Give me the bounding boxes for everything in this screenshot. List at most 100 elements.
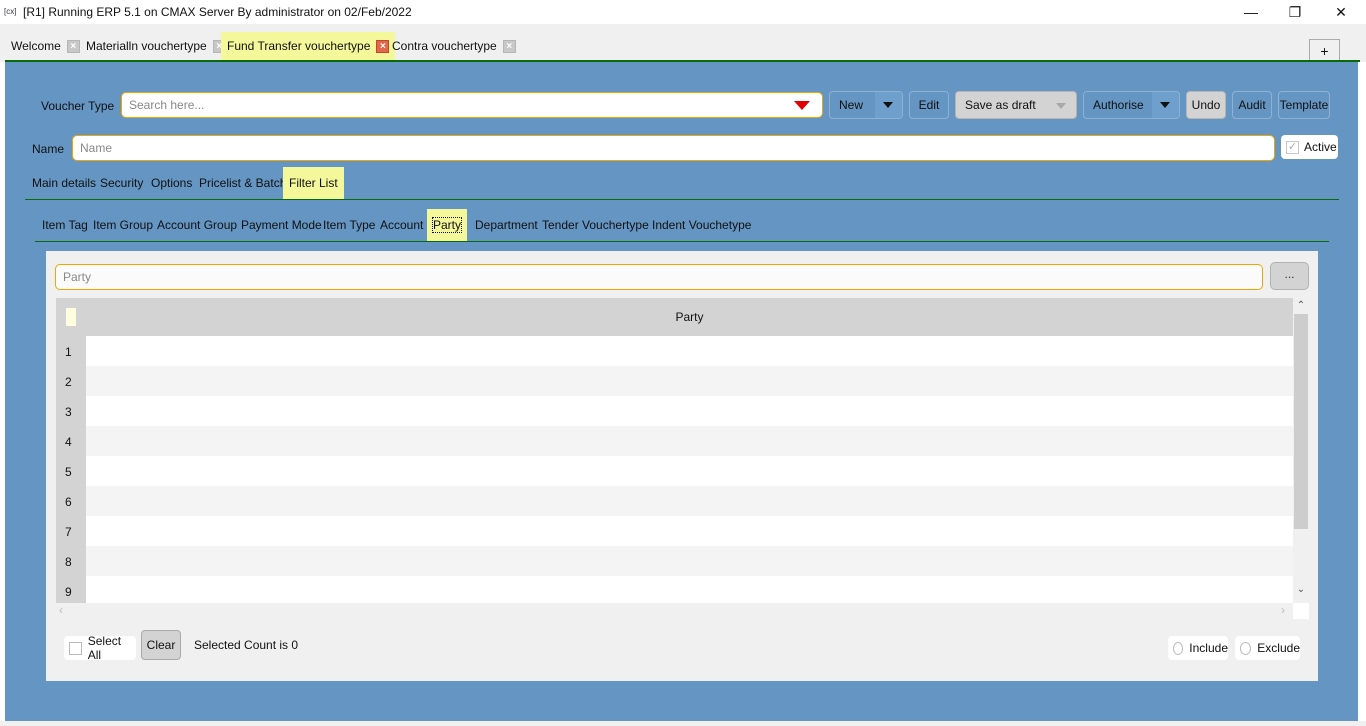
filter-tab-account-group[interactable]: Account Group [151,209,243,241]
tab-pricelist-batch[interactable]: Pricelist & Batch [193,167,292,199]
party-cell[interactable] [86,516,1293,546]
undo-button[interactable]: Undo [1186,91,1226,119]
tab-label: Welcome [11,39,61,53]
radio-icon [1240,641,1252,655]
party-cell[interactable] [86,396,1293,426]
tab-contra-vouchertype[interactable]: Contra vouchertype × [386,32,522,60]
voucher-type-form: Voucher Type Search here... New Edit Sav… [5,62,1358,721]
audit-button[interactable]: Audit [1232,91,1272,119]
party-cell[interactable] [86,366,1293,396]
close-window-button[interactable]: ✕ [1318,0,1364,24]
scroll-left-icon[interactable]: ‹ [59,603,63,617]
table-row[interactable]: 7 [56,516,1293,546]
tab-label: Party [431,217,463,233]
tab-options[interactable]: Options [145,167,198,199]
placeholder: Search here... [129,98,205,112]
filter-tab-department[interactable]: Department [469,209,544,241]
scrollbar-thumb[interactable] [1294,314,1308,529]
scroll-down-icon[interactable]: ⌄ [1293,584,1309,595]
scrollbar-corner [1293,603,1309,619]
ellipsis-icon: ... [1284,267,1295,281]
tab-label: Pricelist & Batch [199,176,287,190]
tab-label: Contra vouchertype [392,39,497,53]
dropdown-arrow-icon[interactable] [794,101,810,110]
tab-label: Indent Vouchetype [652,218,752,232]
chevron-down-icon [1160,102,1171,108]
edit-button[interactable]: Edit [909,91,949,119]
title-bar: [cx] [R1] Running ERP 5.1 on CMAX Server… [0,0,1366,24]
exclude-radio[interactable]: Exclude [1235,636,1300,660]
filter-tab-account[interactable]: Account [374,209,429,241]
row-number: 6 [56,486,86,516]
table-row[interactable]: 1 [56,336,1293,366]
party-column-header[interactable]: Party [86,310,1293,324]
chevron-down-icon [1056,103,1066,109]
vertical-scrollbar[interactable]: ⌃ ⌄ [1293,298,1309,603]
tab-label: Tender Vouchertype [542,218,649,232]
clear-button[interactable]: Clear [141,630,181,660]
restore-button[interactable]: ❐ [1272,0,1318,24]
party-cell[interactable] [86,546,1293,576]
exclude-label: Exclude [1257,641,1300,655]
filter-tab-party[interactable]: Party [427,209,468,241]
table-row[interactable]: 9 [56,576,1293,603]
filter-tab-indent-vouchetype[interactable]: Indent Vouchetype [646,209,757,241]
template-button[interactable]: Template [1278,91,1330,119]
authorise-dropdown-toggle[interactable] [1151,92,1179,118]
voucher-type-search-input[interactable]: Search here... [121,92,823,118]
active-label: Active [1304,140,1337,154]
scroll-right-icon[interactable]: › [1281,603,1285,617]
divider [35,241,1329,242]
select-column-header[interactable] [66,308,76,326]
tab-filter-list[interactable]: Filter List [283,167,344,199]
new-dropdown-toggle[interactable] [874,92,902,118]
table-row[interactable]: 2 [56,366,1293,396]
filter-tab-tender-vouchertype[interactable]: Tender Vouchertype [536,209,655,241]
party-cell[interactable] [86,456,1293,486]
browse-button[interactable]: ... [1270,262,1309,290]
tab-label: Item Tag [42,218,88,232]
tab-materialin-vouchertype[interactable]: Materialln vouchertype × [80,32,232,60]
tab-main-details[interactable]: Main details [26,167,102,199]
close-tab-icon[interactable]: × [502,39,516,53]
tab-fund-transfer-vouchertype[interactable]: Fund Transfer vouchertype × [221,32,396,60]
tab-label: Account Group [157,218,238,232]
checkbox-icon [69,641,82,655]
table-row[interactable]: 6 [56,486,1293,516]
party-cell[interactable] [86,336,1293,366]
party-cell[interactable] [86,576,1293,603]
row-number: 5 [56,456,86,486]
tab-security[interactable]: Security [94,167,149,199]
name-label: Name [32,142,65,156]
table-row[interactable]: 8 [56,546,1293,576]
close-tab-icon[interactable]: × [66,39,80,53]
tab-label: Security [100,176,144,190]
select-all-checkbox[interactable]: Select All [64,634,136,662]
filter-tab-payment-mode[interactable]: Payment Mode [235,209,328,241]
checkmark-icon: ✓ [1286,140,1299,154]
include-radio[interactable]: Include [1168,636,1228,660]
filter-tab-item-tag[interactable]: Item Tag [36,209,94,241]
active-checkbox[interactable]: ✓ Active [1281,135,1338,159]
save-as-draft-dropdown[interactable]: Save as draft [955,91,1077,119]
party-cell[interactable] [86,486,1293,516]
name-input[interactable]: Name [72,135,1275,161]
new-button[interactable]: New [829,91,903,119]
table-row[interactable]: 4 [56,426,1293,456]
tab-welcome[interactable]: Welcome × [5,32,86,60]
party-cell[interactable] [86,426,1293,456]
filter-tab-item-type[interactable]: Item Type [317,209,381,241]
template-label: Template [1279,98,1329,112]
new-tab-button[interactable]: + [1309,39,1340,61]
window-title: [R1] Running ERP 5.1 on CMAX Server By a… [23,5,412,19]
party-search-input[interactable]: Party [55,264,1263,290]
scroll-up-icon[interactable]: ⌃ [1293,300,1309,311]
table-row[interactable]: 5 [56,456,1293,486]
authorise-button[interactable]: Authorise [1083,91,1180,119]
placeholder: Party [63,270,92,284]
document-tab-bar: Welcome × Materialln vouchertype × Fund … [0,24,1366,62]
filter-tab-item-group[interactable]: Item Group [87,209,159,241]
horizontal-scrollbar[interactable]: ‹ › [56,603,1293,619]
minimize-button[interactable]: — [1228,0,1274,24]
table-row[interactable]: 3 [56,396,1293,426]
